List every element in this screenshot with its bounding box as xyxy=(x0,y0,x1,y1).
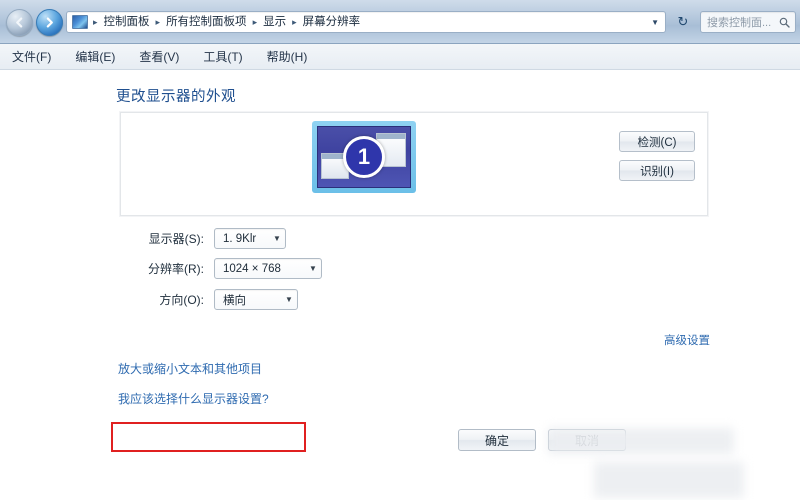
breadcrumb-separator-1: ▸ xyxy=(155,17,161,27)
cancel-button[interactable]: 取消 xyxy=(548,429,626,451)
blurred-region-bottom xyxy=(594,462,744,498)
breadcrumb-item-control-panel[interactable]: 控制面板 xyxy=(101,12,153,32)
address-bar[interactable]: ▸ 控制面板 ▸ 所有控制面板项 ▸ 显示 ▸ 屏幕分辨率 ▼ xyxy=(66,11,666,33)
dialog-buttons: 确定 取消 xyxy=(458,429,626,451)
breadcrumb-item-screen-resolution[interactable]: 屏幕分辨率 xyxy=(300,12,364,32)
chevron-down-icon: ▼ xyxy=(273,234,281,243)
detect-button[interactable]: 检测(C) xyxy=(619,131,695,152)
menu-item-edit[interactable]: 编辑(E) xyxy=(75,48,115,65)
refresh-icon[interactable]: ↻ xyxy=(672,11,694,33)
monitor-number-badge: 1 xyxy=(343,136,385,178)
monitor-select-value: 1. 9Klr xyxy=(223,232,257,245)
monitor-preview-panel: 1 检测(C) 识别(I) xyxy=(120,112,708,216)
menu-item-tools[interactable]: 工具(T) xyxy=(203,48,242,65)
screen-resolution-window: ▸ 控制面板 ▸ 所有控制面板项 ▸ 显示 ▸ 屏幕分辨率 ▼ ↻ 搜索控制面.… xyxy=(0,0,800,500)
scale-text-link[interactable]: 放大或缩小文本和其他项目 xyxy=(118,360,262,377)
breadcrumb-separator-2: ▸ xyxy=(252,17,258,27)
menu-item-help[interactable]: 帮助(H) xyxy=(267,48,308,65)
highlight-box xyxy=(111,422,306,452)
ok-button[interactable]: 确定 xyxy=(458,429,536,451)
back-button[interactable] xyxy=(6,9,33,36)
chevron-down-icon[interactable]: ▼ xyxy=(651,18,659,27)
breadcrumb-separator-0: ▸ xyxy=(93,17,98,27)
menu-item-file[interactable]: 文件(F) xyxy=(12,48,51,65)
breadcrumb-item-display[interactable]: 显示 xyxy=(260,12,289,32)
chevron-down-icon: ▼ xyxy=(309,264,317,273)
back-arrow-icon xyxy=(16,17,23,28)
control-panel-icon xyxy=(72,15,88,29)
content-area: 更改显示器的外观 1 检测(C) 识别(I) 显示器(S): 1. 9Klr ▼… xyxy=(0,70,800,500)
breadcrumb-item-all-items[interactable]: 所有控制面板项 xyxy=(163,12,250,32)
advanced-settings-link[interactable]: 高级设置 xyxy=(664,332,710,348)
monitor-screen: 1 xyxy=(317,126,411,188)
chevron-down-icon: ▼ xyxy=(285,295,293,304)
orientation-select[interactable]: 横向 ▼ xyxy=(214,289,298,310)
search-placeholder: 搜索控制面... xyxy=(707,17,772,29)
orientation-select-value: 横向 xyxy=(223,294,246,307)
menu-item-view[interactable]: 查看(V) xyxy=(139,48,179,65)
resolution-label: 分辨率(R): xyxy=(148,262,204,276)
field-row-monitor: 显示器(S): 1. 9Klr ▼ xyxy=(118,228,286,249)
orientation-label: 方向(O): xyxy=(159,293,204,307)
resolution-select[interactable]: 1024 × 768 ▼ xyxy=(214,258,322,279)
identify-button[interactable]: 识别(I) xyxy=(619,160,695,181)
forward-arrow-icon xyxy=(46,17,53,28)
field-row-orientation: 方向(O): 横向 ▼ xyxy=(118,289,298,310)
menu-bar: 文件(F) 编辑(E) 查看(V) 工具(T) 帮助(H) xyxy=(0,44,800,70)
monitor-preview[interactable]: 1 xyxy=(312,121,416,193)
page-title: 更改显示器的外观 xyxy=(116,89,236,105)
breadcrumb-separator-3: ▸ xyxy=(292,17,297,27)
search-input[interactable]: 搜索控制面... xyxy=(700,11,796,33)
which-settings-help-link[interactable]: 我应该选择什么显示器设置? xyxy=(118,390,269,407)
field-row-resolution: 分辨率(R): 1024 × 768 ▼ xyxy=(118,258,322,279)
search-icon xyxy=(779,17,790,28)
title-bar: ▸ 控制面板 ▸ 所有控制面板项 ▸ 显示 ▸ 屏幕分辨率 ▼ ↻ 搜索控制面.… xyxy=(0,0,800,44)
forward-button[interactable] xyxy=(36,9,63,36)
navigation-buttons xyxy=(6,9,63,36)
resolution-select-value: 1024 × 768 xyxy=(223,262,281,275)
monitor-select[interactable]: 1. 9Klr ▼ xyxy=(214,228,286,249)
monitor-label: 显示器(S): xyxy=(148,232,204,246)
